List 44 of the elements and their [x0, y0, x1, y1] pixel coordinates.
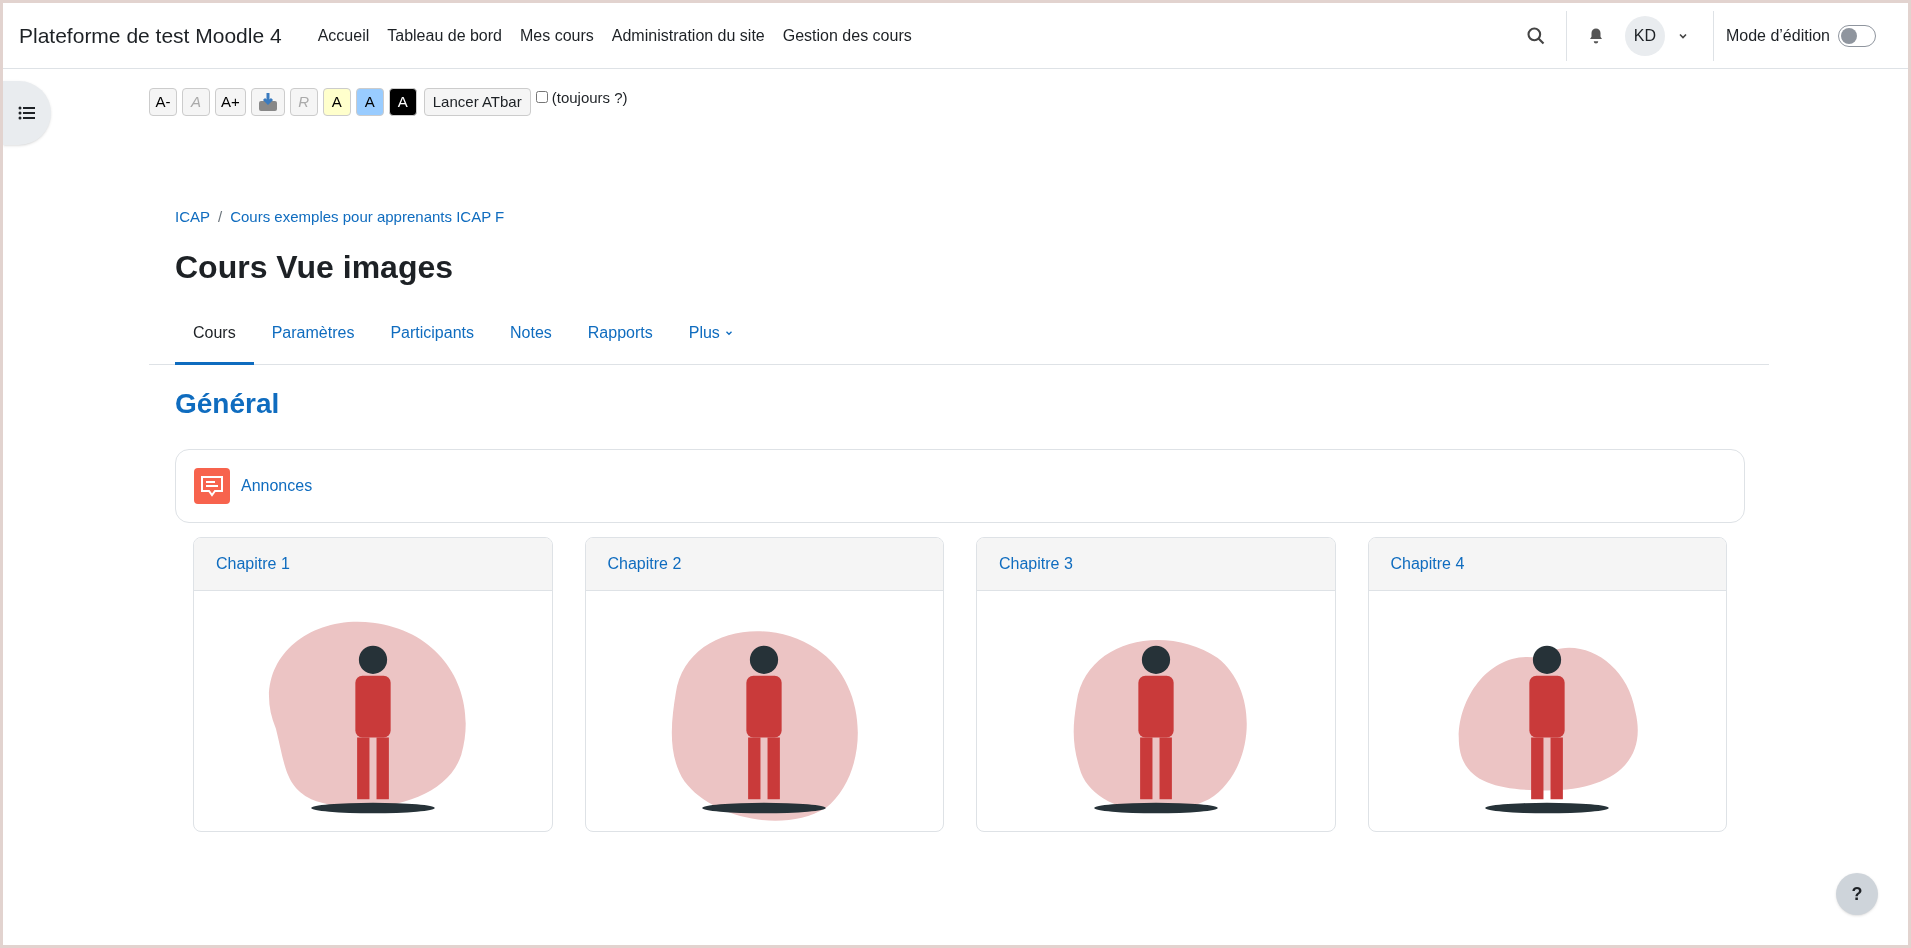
atbar-button[interactable]: A-	[149, 88, 177, 116]
atbar-button[interactable]	[250, 88, 285, 116]
course-tab[interactable]: Plus	[670, 306, 752, 365]
chapter-link[interactable]: Chapitre 1	[216, 551, 290, 576]
edit-mode-label: Mode d’édition	[1725, 25, 1830, 46]
chapter-link[interactable]: Chapitre 4	[1390, 551, 1465, 576]
atbar-button[interactable]: A	[322, 88, 351, 116]
chapter-card[interactable]: Chapitre 3	[976, 536, 1336, 832]
user-avatar[interactable]: KD	[1624, 15, 1665, 56]
breadcrumb-separator: /	[218, 207, 223, 227]
section-title[interactable]: Général	[149, 382, 1769, 425]
drawer-toggle-button[interactable]	[3, 81, 51, 145]
breadcrumb-link[interactable]: Cours exemples pour apprenants ICAP F	[230, 206, 505, 229]
course-tab[interactable]: Paramètres	[253, 306, 373, 365]
atbar-button[interactable]: A+	[215, 88, 246, 116]
chapter-card[interactable]: Chapitre 2	[584, 536, 944, 832]
forum-icon	[194, 467, 230, 504]
activity-link[interactable]: Annonces	[241, 473, 313, 498]
help-button[interactable]: ?	[1836, 873, 1878, 915]
chapter-card[interactable]: Chapitre 1	[193, 536, 553, 832]
site-name[interactable]: Plateforme de test Moodle 4	[19, 19, 282, 52]
chapter-link[interactable]: Chapitre 3	[999, 551, 1073, 576]
nav-link[interactable]: Accueil	[317, 23, 370, 48]
course-tab[interactable]: Cours	[175, 306, 254, 365]
course-tab[interactable]: Rapports	[569, 306, 671, 365]
nav-link[interactable]: Tableau de bord	[387, 23, 502, 48]
atbar-button[interactable]: A	[388, 88, 417, 116]
chapter-card[interactable]: Chapitre 4	[1367, 536, 1727, 832]
always-checkbox[interactable]	[535, 90, 548, 103]
atbar-button[interactable]: A	[355, 88, 384, 116]
course-tab[interactable]: Notes	[492, 306, 570, 365]
download-icon	[256, 91, 279, 113]
edit-mode-toggle[interactable]	[1838, 24, 1876, 47]
nav-link[interactable]: Mes cours	[520, 23, 594, 48]
nav-link[interactable]: Administration du site	[611, 23, 765, 48]
page-title: Cours Vue images	[174, 247, 454, 287]
always-label: (toujours ?)	[551, 87, 628, 108]
chapter-link[interactable]: Chapitre 2	[607, 551, 682, 576]
nav-link[interactable]: Gestion des cours	[782, 23, 912, 48]
launch-atbar-button[interactable]: Lancer ATbar	[423, 88, 531, 116]
breadcrumb-link[interactable]: ICAP	[175, 206, 210, 229]
search-icon[interactable]	[1525, 25, 1546, 46]
course-tab[interactable]: Participants	[372, 306, 492, 365]
list-icon	[18, 106, 36, 120]
